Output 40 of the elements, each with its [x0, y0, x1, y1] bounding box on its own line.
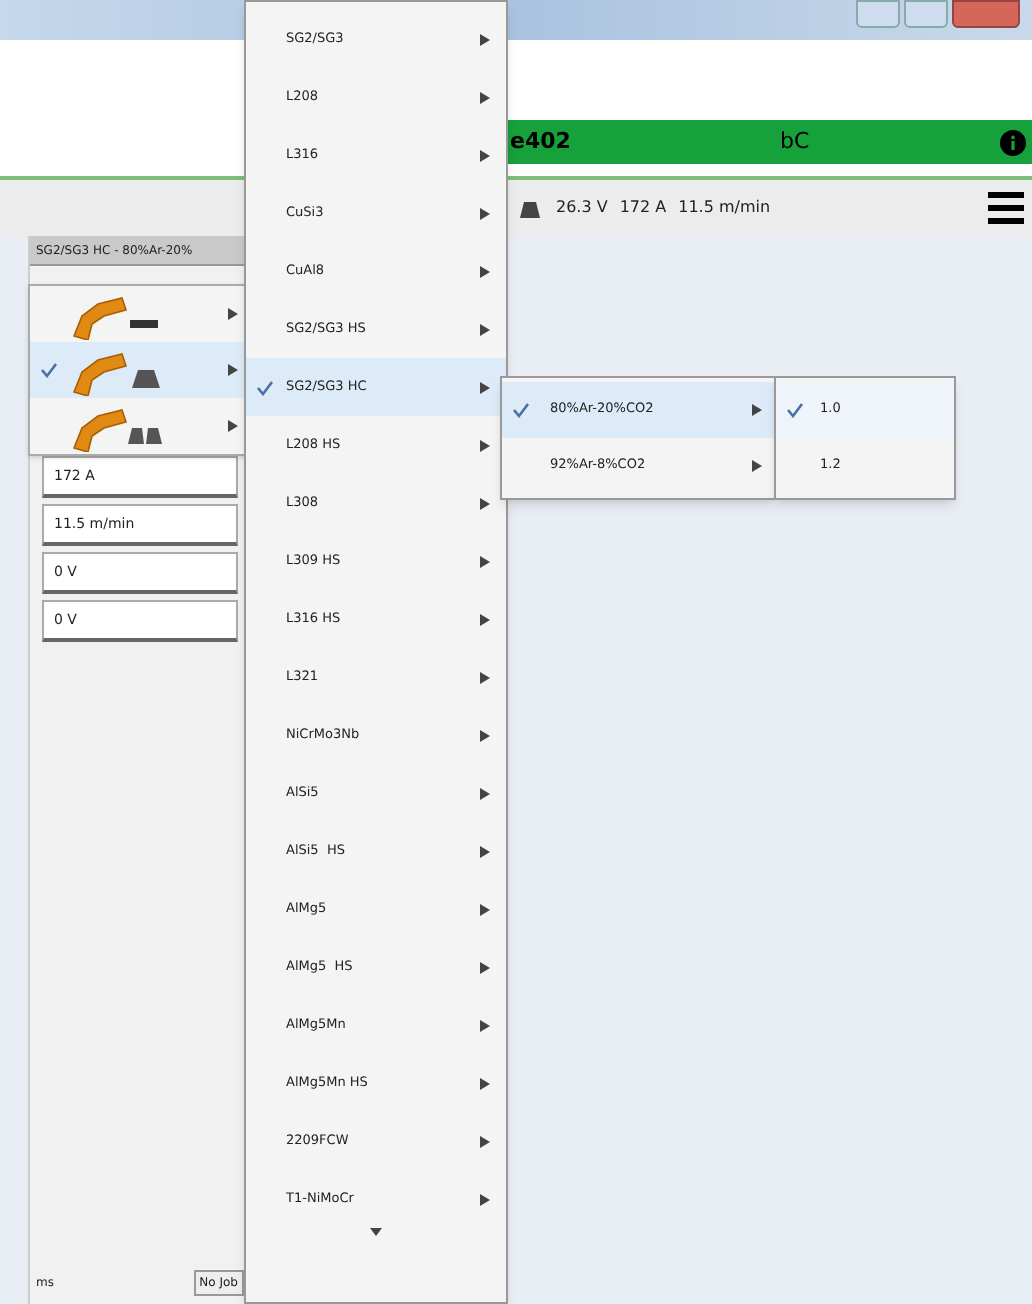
- submenu-arrow-icon: [480, 845, 490, 857]
- submenu-arrow-icon: [480, 1077, 490, 1089]
- submenu-arrow-icon: [480, 323, 490, 335]
- torch-nozzle-icon: [516, 198, 544, 218]
- torch-menu-item[interactable]: [30, 342, 250, 398]
- submenu-arrow-icon: [752, 460, 762, 472]
- status-reading: 26.3 V: [556, 196, 608, 220]
- submenu-arrow-icon: [480, 903, 490, 915]
- info-icon[interactable]: [1000, 129, 1026, 155]
- check-icon: [511, 402, 529, 418]
- check-icon: [255, 379, 273, 395]
- submenu-arrow-icon: [480, 1135, 490, 1147]
- submenu-arrow-icon: [752, 404, 762, 416]
- submenu-arrow-icon: [480, 207, 490, 219]
- submenu-arrow-icon: [228, 364, 238, 376]
- submenu-arrow-icon: [480, 149, 490, 161]
- submenu-arrow-icon: [480, 439, 490, 451]
- status-reading: 172 A: [619, 196, 667, 220]
- submenu-arrow-icon: [480, 91, 490, 103]
- submenu-arrow-icon: [228, 420, 238, 432]
- submenu-arrow-icon: [480, 497, 490, 509]
- status-reading: 11.5 m/min: [678, 196, 771, 220]
- submenu-arrow-icon: [480, 671, 490, 683]
- submenu-arrow-icon: [480, 729, 490, 741]
- submenu-arrow-icon: [480, 1193, 490, 1205]
- submenu-arrow-icon: [480, 613, 490, 625]
- check-icon: [785, 402, 803, 418]
- submenu-arrow-icon: [480, 555, 490, 567]
- menu-icon[interactable]: [988, 190, 1024, 226]
- submenu-arrow-icon: [480, 961, 490, 973]
- submenu-arrow-icon: [480, 33, 490, 45]
- check-icon: [39, 362, 57, 378]
- submenu-arrow-icon: [480, 1019, 490, 1031]
- mode-label: bC: [780, 125, 812, 158]
- submenu-arrow-icon: [228, 308, 238, 320]
- submenu-arrow-icon: [480, 265, 490, 277]
- header-title: e402: [510, 125, 573, 158]
- scroll-down-icon[interactable]: [370, 1228, 382, 1236]
- submenu-arrow-icon: [480, 381, 490, 393]
- submenu-arrow-icon: [480, 787, 490, 799]
